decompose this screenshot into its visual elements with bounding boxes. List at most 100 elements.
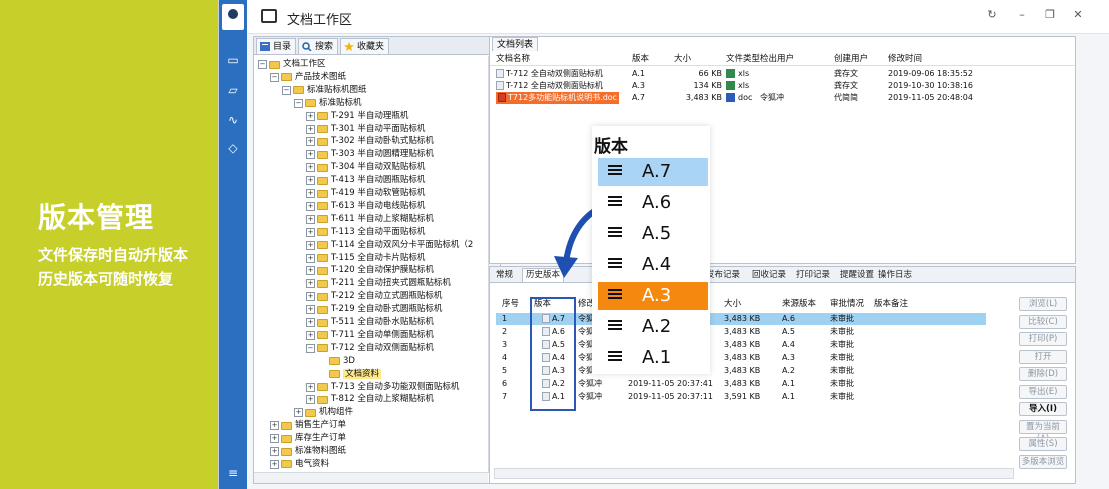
tree-node[interactable]: + T-211 全自动扭夹式圆瓶贴标机 — [306, 277, 451, 290]
action-button[interactable]: 删除(D) — [1019, 367, 1067, 381]
tree-node[interactable]: + T-114 全自动双风分卡平面贴标机（2 — [306, 239, 473, 252]
action-button[interactable]: 打印(P) — [1019, 332, 1067, 346]
version-popup-item[interactable]: A.1 — [598, 344, 708, 372]
version-horizontal-scrollbar[interactable] — [494, 468, 1014, 479]
minimize-button[interactable]: – — [1015, 8, 1029, 21]
restore-button[interactable]: ❐ — [1043, 8, 1057, 21]
tree-node[interactable]: 3D — [318, 355, 355, 368]
tree-node[interactable]: − 标准贴标机 — [294, 97, 362, 110]
chart-icon[interactable]: ∿ — [225, 112, 241, 128]
action-button[interactable]: 属性(S) — [1019, 437, 1067, 451]
version-popup-item[interactable]: A.5 — [598, 220, 708, 248]
expand-toggle-icon[interactable]: − — [282, 85, 291, 95]
refresh-icon[interactable]: ↻ — [985, 8, 999, 21]
tree-node[interactable]: + T-413 半自动圆瓶贴标机 — [306, 174, 425, 187]
expand-toggle-icon[interactable]: + — [270, 434, 279, 444]
expand-toggle-icon[interactable]: + — [306, 176, 315, 186]
menu-icon[interactable]: ≡ — [225, 465, 241, 481]
version-popup-item[interactable]: A.6 — [598, 189, 708, 217]
version-popup-item[interactable]: A.2 — [598, 313, 708, 341]
expand-toggle-icon[interactable]: + — [306, 292, 315, 302]
expand-toggle-icon[interactable]: + — [306, 111, 315, 121]
tree-node[interactable]: + T-291 半自动理瓶机 — [306, 110, 408, 123]
column-header[interactable]: 文件类型 — [726, 52, 760, 66]
expand-toggle-icon[interactable]: + — [270, 421, 279, 431]
action-button[interactable]: 导出(E) — [1019, 384, 1067, 399]
expand-toggle-icon[interactable]: + — [306, 150, 315, 160]
column-header[interactable]: 检出用户 — [760, 52, 794, 66]
tree-node[interactable]: + 机构组件 — [294, 406, 353, 419]
expand-toggle-icon[interactable]: + — [306, 214, 315, 224]
tree-node[interactable]: + T-219 全自动卧式圆瓶贴标机 — [306, 303, 442, 316]
expand-toggle-icon[interactable]: − — [294, 98, 303, 108]
expand-toggle-icon[interactable]: + — [306, 201, 315, 211]
tab-document-list[interactable]: 文档列表 — [492, 37, 539, 51]
expand-toggle-icon[interactable]: − — [258, 60, 267, 69]
table-row[interactable]: T712多功能贴标机说明书.doc A.7 3,483 KB doc 令狐冲 代简简 201… — [490, 92, 1075, 104]
expand-toggle-icon[interactable]: + — [270, 459, 279, 469]
version-popup-item[interactable]: A.3 — [598, 282, 708, 310]
column-header[interactable]: 序号 — [502, 298, 519, 311]
tree-node[interactable]: + T-303 半自动圆精理贴标机 — [306, 148, 434, 161]
tree-node[interactable]: − T-712 全自动双侧面贴标机 — [306, 342, 434, 355]
expand-toggle-icon[interactable]: + — [306, 266, 315, 276]
tree-node[interactable]: + T-812 全自动上浆糊贴标机 — [306, 393, 434, 406]
detail-tab[interactable]: 发布记录 — [706, 269, 740, 282]
tab-favorites[interactable]: 收藏夹 — [340, 38, 390, 54]
expand-toggle-icon[interactable]: + — [306, 305, 315, 315]
expand-toggle-icon[interactable]: + — [306, 279, 315, 289]
action-button[interactable]: 打开 — [1019, 349, 1067, 364]
close-button[interactable]: ✕ — [1071, 8, 1085, 21]
action-button[interactable]: 置为当前(A) — [1019, 419, 1067, 444]
tree-node[interactable]: + T-301 半自动平面贴标机 — [306, 123, 425, 136]
tree-node[interactable]: + T-711 全自动单侧面贴标机 — [306, 329, 434, 342]
expand-toggle-icon[interactable]: + — [270, 447, 279, 456]
action-button[interactable]: 多版本浏览 — [1019, 454, 1067, 469]
table-row[interactable]: T-712 全自动双侧面贴标机 A.3 134 KB xls 龚存文 2019-10-30… — [490, 80, 1075, 92]
tab-search[interactable]: 搜索 — [298, 38, 339, 54]
tree-node[interactable]: − 标准贴标机图纸 — [282, 84, 367, 97]
column-header[interactable]: 来源版本 — [782, 298, 816, 311]
avatar[interactable] — [222, 4, 244, 30]
expand-toggle-icon[interactable]: + — [306, 318, 315, 327]
tree-node[interactable]: + T-304 半自动双贴贴标机 — [306, 161, 425, 174]
cube-icon[interactable]: ◇ — [225, 140, 241, 156]
expand-toggle-icon[interactable]: + — [306, 253, 315, 263]
action-button[interactable]: 导入(I) — [1019, 402, 1067, 416]
expand-toggle-icon[interactable]: + — [306, 189, 315, 198]
tree-node[interactable]: + T-511 全自动卧水贴贴标机 — [306, 316, 434, 329]
expand-toggle-icon[interactable]: + — [306, 124, 315, 134]
tree-node[interactable]: − 文档工作区 — [258, 58, 326, 71]
tree-node[interactable]: + T-113 全自动平面贴标机 — [306, 226, 425, 239]
column-header[interactable]: 大小 — [724, 298, 741, 311]
column-header[interactable]: 大小 — [674, 52, 691, 66]
tree-node[interactable]: + T-212 全自动立式圆瓶贴标机 — [306, 290, 442, 303]
detail-tab[interactable]: 回收记录 — [752, 269, 786, 282]
version-popup-item[interactable]: A.4 — [598, 251, 708, 279]
tree-node[interactable]: + T-419 半自动软管贴标机 — [306, 187, 425, 200]
tree-node[interactable]: + T-613 半自动电线贴标机 — [306, 200, 425, 213]
expand-toggle-icon[interactable]: + — [294, 408, 303, 418]
detail-tab[interactable]: 操作日志 — [878, 269, 912, 282]
column-header[interactable]: 版本 — [632, 52, 649, 66]
action-button[interactable]: 浏览(L) — [1019, 297, 1067, 311]
expand-toggle-icon[interactable]: + — [306, 395, 315, 405]
expand-toggle-icon[interactable]: + — [306, 240, 315, 250]
tree-node[interactable]: + 标准物料图纸 — [270, 445, 346, 458]
column-header[interactable]: 审批情况 — [830, 298, 864, 311]
tree-node[interactable]: + T-115 全自动卡片贴标机 — [306, 252, 425, 265]
tree-node[interactable]: + 销售生产订单 — [270, 419, 346, 432]
monitor-icon[interactable]: ▭ — [225, 52, 241, 68]
action-button[interactable]: 比较(C) — [1019, 314, 1067, 329]
tree-horizontal-scrollbar[interactable] — [254, 472, 488, 483]
detail-tab[interactable]: 常规 — [496, 269, 513, 282]
folder-icon[interactable]: ▱ — [225, 82, 241, 98]
column-header[interactable]: 文档名称 — [496, 52, 530, 66]
tree-node[interactable]: 文档资料 — [318, 368, 382, 381]
column-header[interactable]: 版本备注 — [874, 298, 908, 311]
tree-node[interactable]: + T-713 全自动多功能双侧面贴标机 — [306, 381, 459, 394]
tree-node[interactable]: + 库存生产订单 — [270, 432, 346, 445]
expand-toggle-icon[interactable]: − — [270, 72, 279, 82]
expand-toggle-icon[interactable]: − — [306, 343, 315, 353]
tree-node[interactable]: + T-302 半自动卧轨式贴标机 — [306, 135, 434, 148]
